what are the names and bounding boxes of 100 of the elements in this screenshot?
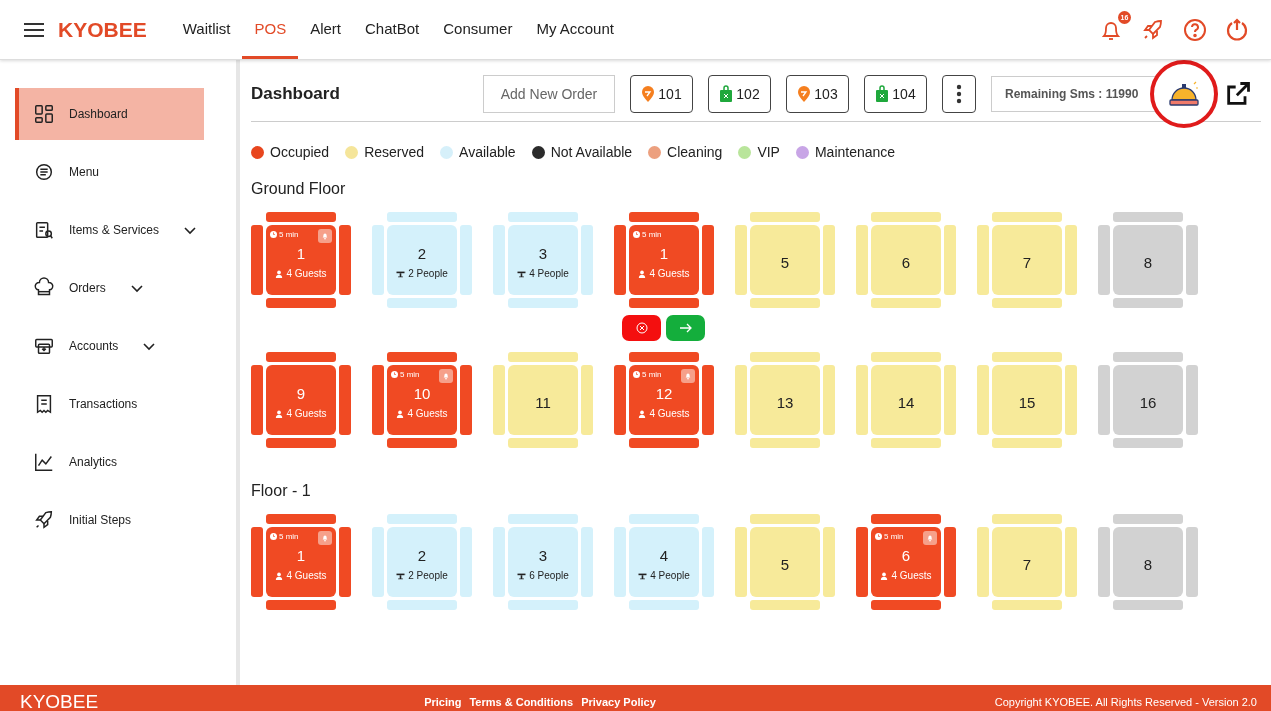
sidebar-item[interactable]: Initial Steps xyxy=(15,494,204,546)
table-top[interactable]: 11 xyxy=(508,365,578,435)
sidebar-item[interactable]: Dashboard xyxy=(15,88,204,140)
nav-tab[interactable]: My Account xyxy=(524,0,626,59)
chair xyxy=(1113,514,1183,524)
table-top[interactable]: 2 2 People xyxy=(387,527,457,597)
drop-icon xyxy=(641,85,656,103)
chair xyxy=(735,527,747,597)
chair xyxy=(1065,225,1077,295)
chair xyxy=(871,438,941,448)
chair xyxy=(614,527,626,597)
order-button[interactable]: 101 xyxy=(630,75,693,113)
chair xyxy=(977,225,989,295)
proceed-button[interactable] xyxy=(666,315,705,341)
bell-icon xyxy=(684,372,692,380)
table-top[interactable]: 5 min 10 4 Guests xyxy=(387,365,457,435)
guest-count: 2 People xyxy=(408,570,448,581)
order-button[interactable]: 103 xyxy=(786,75,849,113)
nav-tab[interactable]: Alert xyxy=(298,0,353,59)
table-number: 8 xyxy=(1143,555,1153,573)
sidebar-item[interactable]: Items & Services xyxy=(15,204,204,256)
chair xyxy=(702,365,714,435)
nav-tab[interactable]: ChatBot xyxy=(353,0,432,59)
table-top[interactable]: 5 min 1 4 Guests xyxy=(266,527,336,597)
chair xyxy=(871,212,941,222)
nav-tab[interactable]: Consumer xyxy=(431,0,525,59)
chair xyxy=(387,352,457,362)
chair xyxy=(508,514,578,524)
table-top[interactable]: 8 xyxy=(1113,225,1183,295)
table-top[interactable]: 5 xyxy=(750,225,820,295)
table-top[interactable]: 13 xyxy=(750,365,820,435)
sidebar-item[interactable]: Transactions xyxy=(15,378,204,430)
table-top[interactable]: 7 xyxy=(992,225,1062,295)
chair xyxy=(1098,527,1110,597)
order-button[interactable]: 102 xyxy=(708,75,771,113)
help-icon[interactable] xyxy=(1183,17,1207,42)
table-top[interactable]: 5 min 1 4 Guests xyxy=(629,225,699,295)
bell-button[interactable] xyxy=(681,369,695,383)
rocket-icon[interactable] xyxy=(1141,17,1165,42)
table-top[interactable]: 5 xyxy=(750,527,820,597)
menu-icon[interactable] xyxy=(24,22,44,37)
order-button[interactable]: 104 xyxy=(864,75,927,113)
footer-link[interactable]: Terms & Conditions xyxy=(469,696,574,708)
chair xyxy=(944,365,956,435)
table-top[interactable]: 2 2 People xyxy=(387,225,457,295)
chair xyxy=(871,514,941,524)
table-number: 12 xyxy=(655,385,673,402)
table-top[interactable]: 3 4 People xyxy=(508,225,578,295)
shopping-bag-icon xyxy=(875,85,890,103)
table-top[interactable]: 7 xyxy=(992,527,1062,597)
chair xyxy=(992,352,1062,362)
bell-icon xyxy=(442,372,450,380)
table-top[interactable]: 8 xyxy=(1113,527,1183,597)
table-number: 7 xyxy=(1022,555,1032,573)
chair xyxy=(508,212,578,222)
power-icon[interactable] xyxy=(1225,17,1249,42)
sidebar-item[interactable]: Analytics xyxy=(15,436,204,488)
chair xyxy=(508,600,578,610)
chair xyxy=(339,365,351,435)
table-top[interactable]: 5 min 1 4 Guests xyxy=(266,225,336,295)
chair xyxy=(856,225,868,295)
sidebar-item[interactable]: Menu xyxy=(15,146,204,198)
chair xyxy=(629,212,699,222)
table-number: 16 xyxy=(1139,393,1157,411)
sidebar-item[interactable]: Orders xyxy=(15,262,204,314)
clock-icon xyxy=(391,371,398,378)
table-top[interactable]: 6 xyxy=(871,225,941,295)
table-top[interactable]: 9 4 Guests xyxy=(266,365,336,435)
table-top[interactable]: 5 min 12 4 Guests xyxy=(629,365,699,435)
chair xyxy=(1113,438,1183,448)
chair xyxy=(387,212,457,222)
more-options-button[interactable] xyxy=(942,75,976,113)
bell-button[interactable] xyxy=(923,531,937,545)
bell-button[interactable] xyxy=(318,229,332,243)
cancel-button[interactable] xyxy=(622,315,661,341)
table-top[interactable]: 15 xyxy=(992,365,1062,435)
table-top[interactable]: 5 min 6 4 Guests xyxy=(871,527,941,597)
nav-tab[interactable]: POS xyxy=(242,0,299,59)
bell-icon xyxy=(926,534,934,542)
chair xyxy=(266,352,336,362)
table-top[interactable]: 14 xyxy=(871,365,941,435)
table-number: 13 xyxy=(776,393,794,411)
footer-link[interactable]: Privacy Policy xyxy=(581,696,656,708)
guest-count: 4 Guests xyxy=(891,570,932,581)
bell-button[interactable] xyxy=(318,531,332,545)
add-order-button[interactable]: Add New Order xyxy=(483,75,615,113)
bell-button[interactable] xyxy=(439,369,453,383)
clock-icon xyxy=(633,231,640,238)
table-top[interactable]: 3 6 People xyxy=(508,527,578,597)
table-number: 2 xyxy=(417,547,427,564)
table-top[interactable]: 16 xyxy=(1113,365,1183,435)
footer-link[interactable]: Pricing xyxy=(424,696,462,708)
table-number: 7 xyxy=(1022,253,1032,271)
table-top[interactable]: 4 4 People xyxy=(629,527,699,597)
chair xyxy=(387,298,457,308)
chair xyxy=(372,365,384,435)
sidebar-item[interactable]: Accounts xyxy=(15,320,204,372)
external-link-icon[interactable] xyxy=(1224,80,1252,108)
person-icon xyxy=(275,571,284,580)
nav-tab[interactable]: Waitlist xyxy=(170,0,243,59)
